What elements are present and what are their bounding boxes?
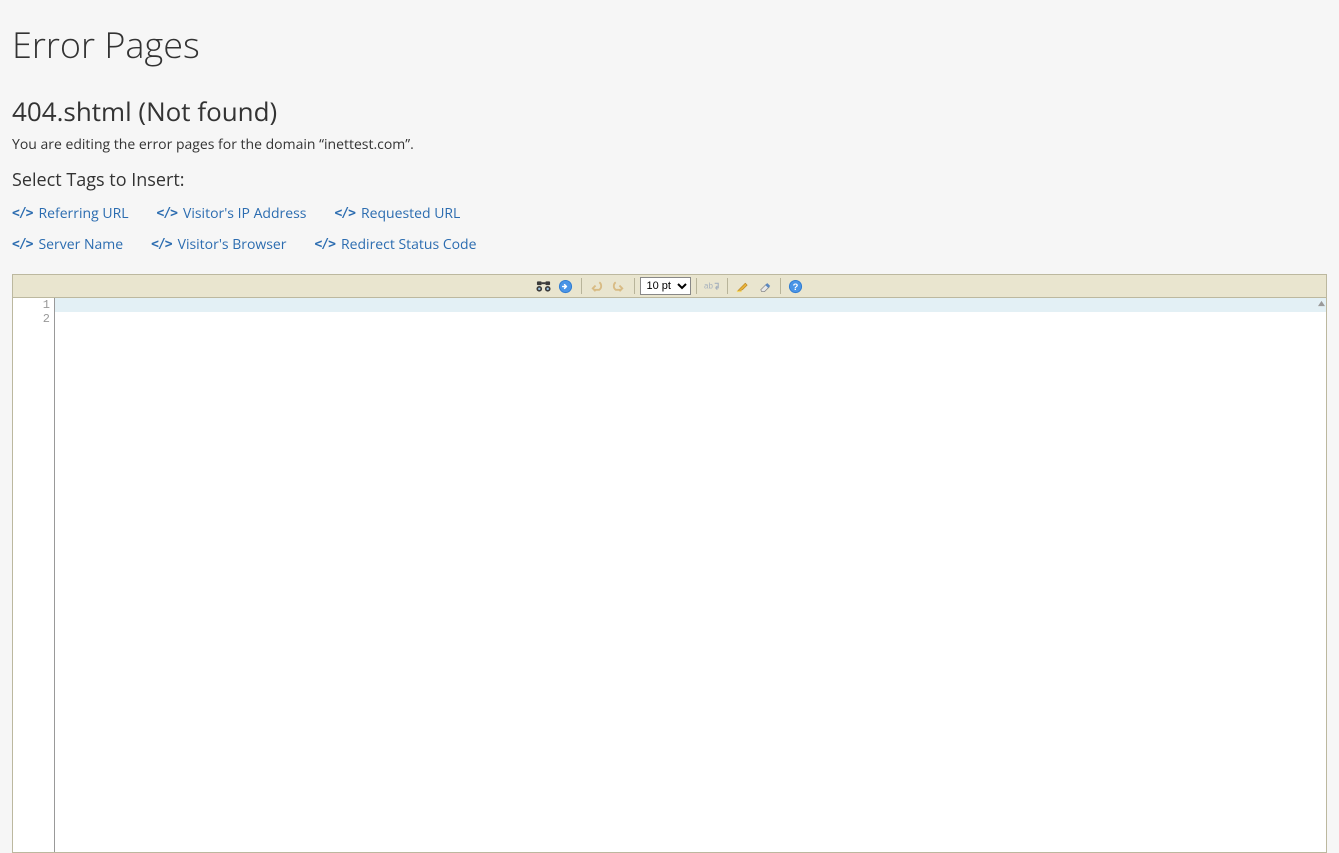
toolbar-separator — [727, 278, 728, 294]
toolbar-separator — [581, 278, 582, 294]
tag-referring-url[interactable]: </> Referring URL — [12, 204, 129, 223]
code-icon: </> — [334, 206, 354, 221]
tag-visitors-browser[interactable]: </> Visitor's Browser — [151, 235, 286, 254]
help-icon: ? — [788, 279, 803, 294]
erase-button[interactable] — [755, 277, 775, 295]
tag-row: </> Referring URL </> Visitor's IP Addre… — [12, 204, 1327, 223]
code-icon: </> — [12, 206, 32, 221]
svg-text:?: ? — [793, 281, 799, 291]
editor-container: 10 pt ab — [12, 274, 1327, 853]
editor-toolbar: 10 pt ab — [13, 275, 1326, 298]
svg-text:ab: ab — [704, 282, 713, 291]
tag-label: Visitor's Browser — [178, 235, 287, 254]
undo-button[interactable] — [587, 277, 607, 295]
editor-gutter: 1 2 — [13, 298, 55, 852]
tag-label: Requested URL — [361, 204, 460, 223]
scroll-up-marker[interactable] — [1316, 298, 1326, 308]
code-line — [55, 312, 1326, 326]
line-number: 2 — [13, 312, 50, 326]
section-title: Select Tags to Insert: — [12, 168, 1327, 192]
code-icon: </> — [314, 237, 334, 252]
highlight-button[interactable] — [733, 277, 753, 295]
tag-requested-url[interactable]: </> Requested URL — [334, 204, 460, 223]
tag-server-name[interactable]: </> Server Name — [12, 235, 123, 254]
redo-icon — [611, 279, 626, 293]
undo-icon — [589, 279, 604, 293]
wrap-button[interactable]: ab — [702, 277, 722, 295]
toolbar-separator — [696, 278, 697, 294]
tag-visitors-ip[interactable]: </> Visitor's IP Address — [157, 204, 307, 223]
triangle-up-icon — [1317, 300, 1326, 307]
eraser-icon — [757, 279, 772, 293]
code-line — [55, 298, 1326, 312]
find-button[interactable] — [534, 277, 554, 295]
highlighter-icon — [735, 279, 750, 293]
code-icon: </> — [157, 206, 177, 221]
tag-row: </> Server Name </> Visitor's Browser </… — [12, 235, 1327, 254]
code-icon: </> — [12, 237, 32, 252]
help-button[interactable]: ? — [786, 277, 806, 295]
page-title: Error Pages — [12, 20, 1327, 69]
arrow-circle-icon — [558, 279, 573, 294]
code-icon: </> — [151, 237, 171, 252]
tag-grid: </> Referring URL </> Visitor's IP Addre… — [12, 204, 1327, 254]
page-description: You are editing the error pages for the … — [12, 135, 1327, 154]
goto-button[interactable] — [556, 277, 576, 295]
toolbar-separator — [780, 278, 781, 294]
page-subtitle: 404.shtml (Not found) — [12, 93, 1327, 129]
tag-label: Server Name — [38, 235, 123, 254]
wrap-icon: ab — [704, 280, 720, 292]
tag-label: Referring URL — [38, 204, 128, 223]
tag-redirect-status[interactable]: </> Redirect Status Code — [314, 235, 476, 254]
editor-body: 1 2 — [13, 298, 1326, 852]
toolbar-separator — [634, 278, 635, 294]
line-number: 1 — [13, 298, 50, 312]
binoculars-icon — [536, 279, 551, 293]
redo-button[interactable] — [609, 277, 629, 295]
tag-label: Visitor's IP Address — [183, 204, 306, 223]
font-size-select[interactable]: 10 pt — [640, 277, 691, 295]
tag-label: Redirect Status Code — [341, 235, 477, 254]
editor-textarea[interactable] — [55, 298, 1326, 852]
